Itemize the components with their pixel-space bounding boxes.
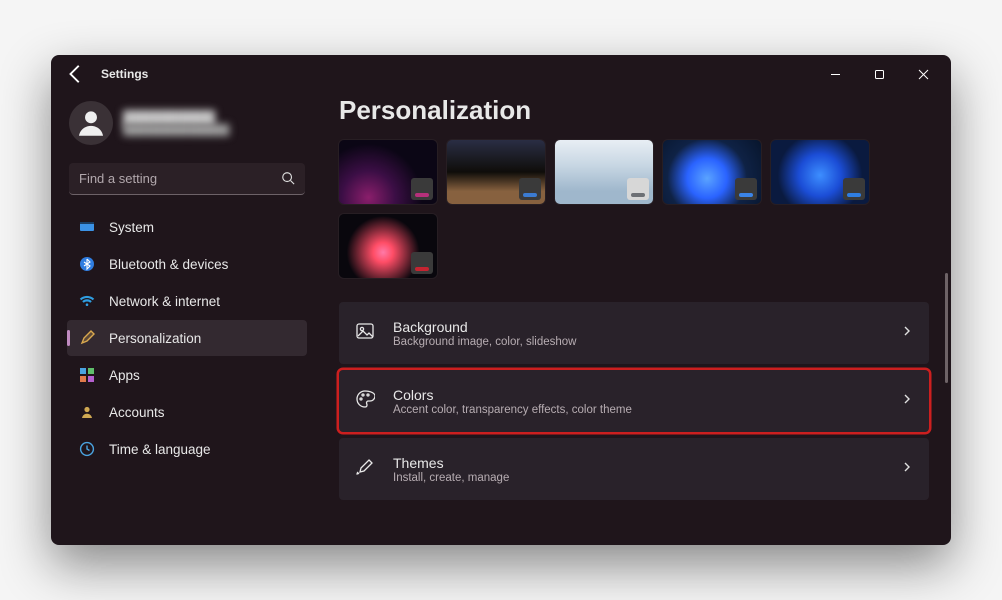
- nav-list: System Bluetooth & devices Network & int…: [67, 209, 307, 467]
- palette-icon: [355, 389, 377, 414]
- chevron-right-icon: [901, 324, 913, 342]
- chevron-right-icon: [901, 460, 913, 478]
- paintbrush-icon: [79, 330, 95, 346]
- setting-subtitle: Install, create, manage: [393, 472, 885, 484]
- scrollbar-thumb[interactable]: [945, 273, 948, 383]
- nav-label: Accounts: [109, 405, 165, 420]
- setting-subtitle: Accent color, transparency effects, colo…: [393, 404, 885, 416]
- theme-preview-4[interactable]: [663, 140, 761, 204]
- setting-row-themes[interactable]: Themes Install, create, manage: [339, 438, 929, 500]
- window-controls: [813, 59, 945, 89]
- setting-row-background[interactable]: Background Background image, color, slid…: [339, 302, 929, 364]
- search-box[interactable]: [69, 163, 305, 195]
- theme-preview-1[interactable]: [339, 140, 437, 204]
- page-heading: Personalization: [339, 95, 929, 126]
- back-button[interactable]: [65, 63, 87, 85]
- system-icon: [79, 219, 95, 235]
- image-icon: [355, 321, 377, 346]
- setting-title: Themes: [393, 455, 885, 471]
- clock-icon: [79, 441, 95, 457]
- sidebar: ██████████ ███████████████ System Blueto…: [51, 93, 319, 545]
- sidebar-item-time-language[interactable]: Time & language: [67, 431, 307, 467]
- titlebar: Settings: [51, 55, 951, 93]
- sidebar-item-accounts[interactable]: Accounts: [67, 394, 307, 430]
- nav-label: Apps: [109, 368, 140, 383]
- apps-icon: [79, 367, 95, 383]
- nav-label: Bluetooth & devices: [109, 257, 228, 272]
- window-title: Settings: [101, 67, 148, 81]
- sidebar-item-network[interactable]: Network & internet: [67, 283, 307, 319]
- chevron-right-icon: [901, 392, 913, 410]
- minimize-button[interactable]: [813, 59, 857, 89]
- nav-label: System: [109, 220, 154, 235]
- brush-icon: [355, 457, 377, 482]
- theme-preview-6[interactable]: [339, 214, 437, 278]
- theme-preview-5[interactable]: [771, 140, 869, 204]
- main-content: Personalization Background Background im…: [319, 93, 951, 545]
- nav-label: Personalization: [109, 331, 201, 346]
- bluetooth-icon: [79, 256, 95, 272]
- profile-block[interactable]: ██████████ ███████████████: [67, 97, 307, 159]
- sidebar-item-personalization[interactable]: Personalization: [67, 320, 307, 356]
- theme-preview-2[interactable]: [447, 140, 545, 204]
- setting-title: Colors: [393, 387, 885, 403]
- accounts-icon: [79, 404, 95, 420]
- setting-row-colors[interactable]: Colors Accent color, transparency effect…: [339, 370, 929, 432]
- theme-preview-3[interactable]: [555, 140, 653, 204]
- nav-label: Network & internet: [109, 294, 220, 309]
- sidebar-item-bluetooth[interactable]: Bluetooth & devices: [67, 246, 307, 282]
- search-icon: [281, 171, 295, 185]
- profile-email: ███████████████: [123, 125, 229, 136]
- settings-window: Settings ██████████ ███████████████: [51, 55, 951, 545]
- setting-title: Background: [393, 319, 885, 335]
- profile-name: ██████████: [123, 110, 229, 125]
- nav-label: Time & language: [109, 442, 211, 457]
- wifi-icon: [79, 293, 95, 309]
- search-input[interactable]: [69, 163, 305, 195]
- theme-grid: [339, 140, 929, 278]
- close-button[interactable]: [901, 59, 945, 89]
- avatar: [69, 101, 113, 145]
- sidebar-item-system[interactable]: System: [67, 209, 307, 245]
- maximize-button[interactable]: [857, 59, 901, 89]
- sidebar-item-apps[interactable]: Apps: [67, 357, 307, 393]
- setting-subtitle: Background image, color, slideshow: [393, 336, 885, 348]
